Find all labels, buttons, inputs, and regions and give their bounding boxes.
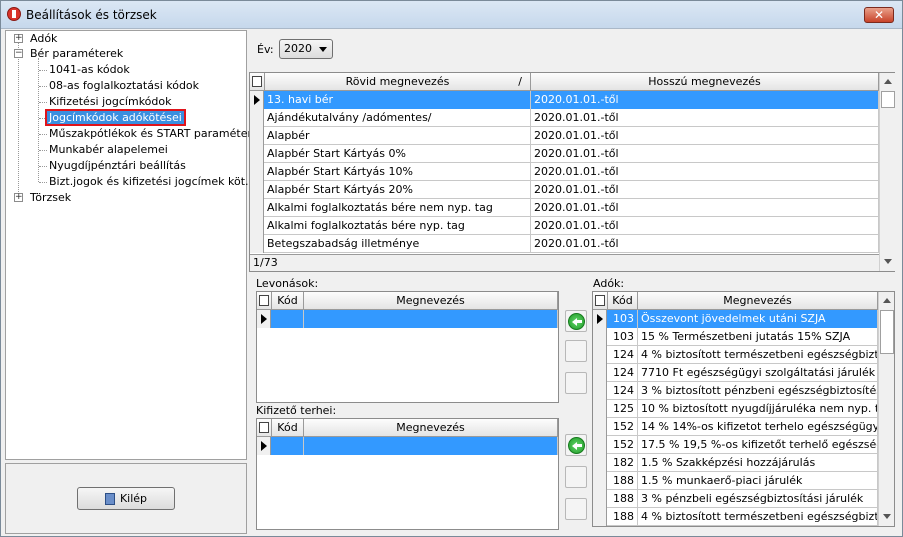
left-bottom-panel: Kilép bbox=[5, 463, 247, 534]
kifizeto-button-2[interactable] bbox=[565, 466, 587, 488]
close-button[interactable]: ✕ bbox=[864, 7, 894, 23]
column-header-kod[interactable]: Kód bbox=[272, 292, 304, 310]
year-label: Év: bbox=[257, 43, 274, 56]
grid-settings-header[interactable] bbox=[257, 419, 272, 437]
tree-item-muszakpotlekok[interactable]: Műszakpótlékok és START paraméterek bbox=[49, 127, 265, 140]
tree-item-torzsek[interactable]: Törzsek bbox=[30, 191, 71, 204]
add-kifizeto-button[interactable] bbox=[565, 434, 587, 456]
table-row[interactable]: 152 17.5 % 19,5 %-os kifizetőt terhelő eg… bbox=[593, 436, 878, 454]
table-row[interactable]: Alapbér Start Kártyás 20% 2020.01.01.-től bbox=[250, 181, 879, 199]
table-row[interactable]: 103 Összevont jövedelmek utáni SZJA bbox=[593, 310, 878, 328]
column-header-hosszu[interactable]: Hosszú megnevezés bbox=[531, 73, 879, 91]
table-row[interactable]: 188 3 % pénzbeli egészségbiztosítási járu… bbox=[593, 490, 878, 508]
kifizeto-button-3[interactable] bbox=[565, 498, 587, 520]
current-row-icon bbox=[597, 314, 603, 324]
tree-item-adok[interactable]: Adók bbox=[30, 32, 57, 45]
grid-settings-icon bbox=[252, 76, 262, 87]
column-header-megnevezes[interactable]: Megnevezés bbox=[638, 292, 878, 310]
settings-window: Beállítások és törzsek ✕ + Adók − Bér pa… bbox=[0, 0, 903, 537]
levonas-button-3[interactable] bbox=[565, 372, 587, 394]
arrow-left-icon bbox=[568, 313, 585, 330]
column-header-megnevezes[interactable]: Megnevezés bbox=[304, 292, 558, 310]
door-icon bbox=[104, 493, 115, 505]
tree-item-bizt-jogok[interactable]: Bizt.jogok és kifizetési jogcímek köt. bbox=[49, 175, 249, 188]
grid-settings-header[interactable] bbox=[257, 292, 272, 310]
chevron-down-icon bbox=[319, 47, 327, 52]
table-row[interactable]: 13. havi bér 2020.01.01.-től bbox=[250, 91, 879, 109]
table-row[interactable]: 103 15 % Természetbeni jutatás 15% SZJA bbox=[593, 328, 878, 346]
tree-item-jogcimkodok-adokotesei[interactable]: Jogcímkódok adókötései bbox=[45, 109, 186, 126]
tree-item-kifizetesi-jogcimkodok[interactable]: Kifizetési jogcímkódok bbox=[49, 95, 171, 108]
table-row[interactable]: Alkalmi foglalkoztatás bére nyp. tag 2020… bbox=[250, 217, 879, 235]
table-row[interactable]: Alkalmi foglalkoztatás bére nem nyp. tag… bbox=[250, 199, 879, 217]
current-row-icon bbox=[261, 441, 267, 451]
column-header-kod[interactable]: Kód bbox=[608, 292, 638, 310]
exit-button-label: Kilép bbox=[119, 492, 148, 505]
jogcimkod-grid[interactable]: Rövid megnevezés / Hosszú megnevezés 13. … bbox=[249, 72, 895, 272]
tree-item-nyugdijpenztari-beallitas[interactable]: Nyugdíjpénztári beállítás bbox=[49, 159, 186, 172]
grid-record-counter: 1/73 bbox=[250, 254, 879, 271]
table-row[interactable]: 152 14 % 14%-os kifizetot terhelo egészsé… bbox=[593, 418, 878, 436]
table-row[interactable]: Alapbér Start Kártyás 0% 2020.01.01.-től bbox=[250, 145, 879, 163]
column-header-rovid[interactable]: Rövid megnevezés / bbox=[265, 73, 531, 91]
table-row[interactable]: Alapbér 2020.01.01.-től bbox=[250, 127, 879, 145]
exit-button[interactable]: Kilép bbox=[77, 487, 175, 510]
column-header-kod[interactable]: Kód bbox=[272, 419, 304, 437]
window-title: Beállítások és törzsek bbox=[26, 8, 157, 22]
table-row[interactable]: 125 10 % biztosított nyugdíjjárulékа nem … bbox=[593, 400, 878, 418]
grid-settings-icon bbox=[259, 295, 269, 306]
table-row[interactable]: Alapbér Start Kártyás 10% 2020.01.01.-től bbox=[250, 163, 879, 181]
table-row[interactable]: 124 3 % biztosított pénzbeni egészségbizt… bbox=[593, 382, 878, 400]
table-row[interactable]: Ajándékutalvány /adómentes/2020.01.01.-t… bbox=[250, 109, 879, 127]
table-row[interactable]: 188 4 % biztosított természetbeni egészsé… bbox=[593, 508, 878, 526]
grid-settings-header[interactable] bbox=[593, 292, 608, 310]
add-levonas-button[interactable] bbox=[565, 310, 587, 332]
table-row[interactable]: 124 7710 Ft egészségügyi szolgáltatási já… bbox=[593, 364, 878, 382]
adok-grid[interactable]: Kód Megnevezés 103 Összevont jövedelmek u… bbox=[592, 291, 895, 527]
column-header-megnevezes[interactable]: Megnevezés bbox=[304, 419, 558, 437]
scroll-thumb[interactable] bbox=[881, 91, 895, 108]
arrow-left-icon bbox=[568, 437, 585, 454]
year-value: 2020 bbox=[284, 42, 312, 55]
levonasok-label: Levonások: bbox=[256, 277, 319, 290]
levonasok-grid[interactable]: Kód Megnevezés bbox=[256, 291, 559, 403]
scroll-up-icon bbox=[884, 79, 892, 84]
scroll-down-icon bbox=[884, 259, 892, 264]
year-select[interactable]: 2020 bbox=[279, 39, 333, 59]
right-panel: Év: 2020 Rövid megnevezés / Hosszú megnev… bbox=[249, 30, 899, 534]
grid-settings-icon bbox=[259, 422, 269, 433]
title-bar: Beállítások és törzsek ✕ bbox=[1, 1, 902, 29]
grid-scrollbar[interactable] bbox=[879, 73, 895, 271]
adok-scrollbar[interactable] bbox=[878, 292, 894, 526]
settings-tree: + Adók − Bér paraméterek 1041-as kódok 0… bbox=[5, 30, 265, 460]
kifizeto-terhei-grid[interactable]: Kód Megnevezés bbox=[256, 418, 559, 530]
grid-settings-header[interactable] bbox=[250, 73, 265, 91]
tree-item-08-foglalkoztatasi-kodok[interactable]: 08-as foglalkoztatási kódok bbox=[49, 79, 199, 92]
table-row[interactable]: 182 1.5 % Szakképzési hozzájárulás bbox=[593, 454, 878, 472]
levonas-button-2[interactable] bbox=[565, 340, 587, 362]
grid-settings-icon bbox=[595, 295, 605, 306]
current-row-icon bbox=[261, 314, 267, 324]
scroll-up-icon bbox=[883, 298, 891, 303]
tree-item-munkaber-alapelemei[interactable]: Munkabér alapelemei bbox=[49, 143, 168, 156]
expand-adok-icon[interactable]: + bbox=[14, 34, 23, 43]
collapse-ber-parameterek-icon[interactable]: − bbox=[14, 49, 23, 58]
scroll-thumb[interactable] bbox=[880, 310, 894, 354]
expand-torzsek-icon[interactable]: + bbox=[14, 193, 23, 202]
current-row-icon bbox=[254, 95, 260, 105]
tree-item-ber-parameterek[interactable]: Bér paraméterek bbox=[30, 47, 123, 60]
app-icon bbox=[7, 7, 21, 21]
table-row[interactable]: Betegszabadság illetménye 2020.01.01.-től bbox=[250, 235, 879, 253]
scroll-down-icon bbox=[883, 514, 891, 519]
kifizeto-terhei-label: Kifizető terhei: bbox=[256, 404, 337, 417]
table-row[interactable] bbox=[257, 310, 558, 328]
table-row[interactable] bbox=[257, 437, 558, 455]
table-row[interactable]: 188 1.5 % munkaerő-piaci járulék bbox=[593, 472, 878, 490]
adok-label: Adók: bbox=[593, 277, 625, 290]
tree-item-1041-kodok[interactable]: 1041-as kódok bbox=[49, 63, 130, 76]
table-row[interactable]: 124 4 % biztosított természetbeni egészsé… bbox=[593, 346, 878, 364]
